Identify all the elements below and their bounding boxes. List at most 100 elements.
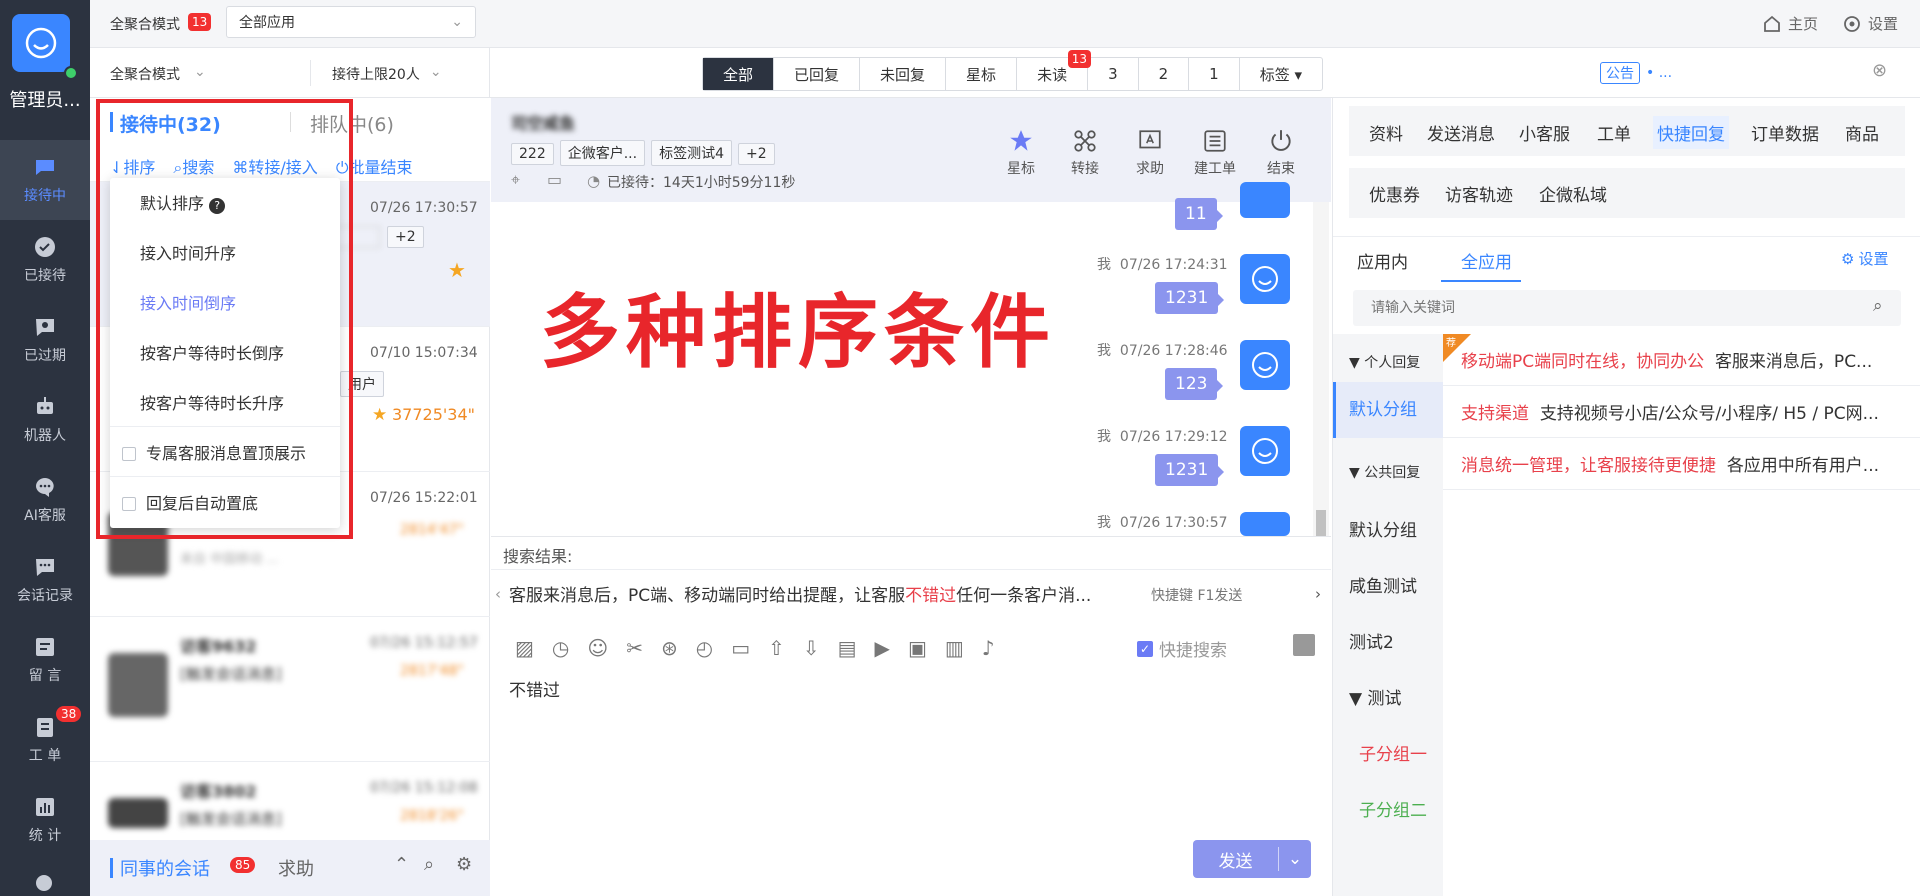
search-icon[interactable] bbox=[33, 872, 57, 896]
star-icon[interactable]: ★ bbox=[372, 405, 387, 425]
tab-wecom[interactable]: 企微私域 bbox=[1539, 181, 1607, 206]
tab-products[interactable]: 商品 bbox=[1845, 120, 1879, 145]
image-icon[interactable]: ▨ bbox=[515, 636, 534, 660]
home-link[interactable]: 主页 bbox=[1762, 13, 1818, 34]
filter-tab-1[interactable]: 1 bbox=[1189, 58, 1240, 90]
tab-tickets[interactable]: 工单 bbox=[1597, 120, 1631, 145]
clock-icon[interactable]: ◷ bbox=[552, 636, 569, 660]
limit-select[interactable]: 接待上限20人 ⌄ bbox=[310, 64, 442, 84]
group-item-sub2[interactable]: 子分组二 bbox=[1333, 796, 1443, 821]
nav-item-served[interactable]: 已接待 bbox=[0, 220, 90, 300]
sender: 我 bbox=[1097, 343, 1111, 359]
star-button[interactable]: 星标 bbox=[995, 128, 1047, 178]
quick-reply-item[interactable]: 荐 移动端PC端同时在线，协同办公 客服来消息后，PC... bbox=[1443, 334, 1920, 386]
mode-select[interactable]: 全聚合模式 ⌄ bbox=[110, 64, 206, 84]
notice[interactable]: 公告 • ... bbox=[1600, 62, 1672, 84]
nav-item-history[interactable]: 会话记录 bbox=[0, 540, 90, 620]
chevron-down-icon[interactable]: ⌄ bbox=[1279, 849, 1311, 869]
device-icon: ▭ bbox=[547, 170, 563, 189]
filter-tab-all[interactable]: 全部 bbox=[703, 58, 775, 90]
note-icon[interactable]: ▤ bbox=[838, 636, 857, 660]
tab-profile[interactable]: 资料 bbox=[1369, 120, 1403, 145]
scope-tab-all[interactable]: 全应用 bbox=[1461, 248, 1512, 273]
nav-item-stats[interactable]: 统 计 bbox=[0, 780, 90, 860]
tab-help[interactable]: 求助 bbox=[278, 855, 314, 881]
nav-item-robot[interactable]: 机器人 bbox=[0, 380, 90, 460]
expand-icon[interactable] bbox=[1293, 634, 1315, 656]
search-result-item[interactable]: 客服来消息后，PC端、移动端同时给出提醒，让客服不错过任何一条客户消... bbox=[509, 581, 1091, 606]
conversation-item[interactable]: 访客9632 07/26 15:12:57 [触发会话消息] 2817'48" bbox=[90, 617, 490, 762]
group-header-personal[interactable]: ▼ 个人回复 bbox=[1333, 352, 1443, 372]
nav-item-ticket[interactable]: 工 单 38 bbox=[0, 700, 90, 780]
filter-tab-tags[interactable]: 标签 ▾ bbox=[1240, 58, 1322, 90]
tab-orders[interactable]: 订单数据 bbox=[1751, 120, 1819, 145]
microphone-icon[interactable]: ♪ bbox=[982, 636, 995, 660]
help-button[interactable]: 求助 bbox=[1124, 128, 1176, 178]
quick-reply-item[interactable]: 消息统一管理，让客服接待更便捷 各应用中所有用户... bbox=[1443, 438, 1920, 490]
nav-item-message[interactable]: 留 言 bbox=[0, 620, 90, 700]
reply-body: 客服来消息后，PC... bbox=[1714, 352, 1873, 372]
download-icon[interactable]: ⇩ bbox=[803, 636, 820, 660]
robot-icon bbox=[37, 397, 53, 414]
group-header-public[interactable]: ▼ 公共回复 bbox=[1333, 462, 1443, 482]
app-logo[interactable] bbox=[12, 14, 78, 80]
tab-coupons[interactable]: 优惠券 bbox=[1369, 181, 1420, 206]
nav-item-ai[interactable]: AI客服 bbox=[0, 460, 90, 540]
close-icon[interactable]: ⊗ bbox=[1872, 60, 1887, 81]
chevron-right-icon[interactable]: › bbox=[1315, 585, 1321, 603]
filter-tab-starred[interactable]: 星标 bbox=[946, 58, 1018, 90]
group-item-default-public[interactable]: 默认分组 bbox=[1333, 516, 1443, 541]
group-item-test2[interactable]: 测试2 bbox=[1333, 628, 1443, 653]
transfer-button[interactable]: 转接 bbox=[1059, 128, 1111, 178]
search-icon[interactable]: ⌕ bbox=[1873, 296, 1883, 316]
quick-reply-item[interactable]: 支持渠道 支持视频号小店/公众号/小程序/ H5 / PC网... bbox=[1443, 386, 1920, 438]
filter-tab-replied[interactable]: 已回复 bbox=[774, 58, 861, 90]
send-button[interactable]: 发送 ⌄ bbox=[1193, 840, 1311, 878]
chevron-left-icon[interactable]: ‹ bbox=[495, 585, 501, 603]
filter-tab-unread[interactable]: 未读 13 bbox=[1017, 50, 1092, 90]
schedule-icon[interactable]: ◴ bbox=[696, 636, 713, 660]
end-button[interactable]: 结束 bbox=[1255, 128, 1307, 178]
checkbox-checked[interactable]: ✓ bbox=[1137, 640, 1153, 657]
settings-link[interactable]: 设置 bbox=[1842, 13, 1898, 34]
chevron-up-icon[interactable]: ⌃ bbox=[394, 854, 409, 875]
user-name[interactable]: 管理员... bbox=[0, 86, 90, 112]
group-item-sub1[interactable]: 子分组一 bbox=[1333, 740, 1443, 765]
group-item-xianyu[interactable]: 咸鱼测试 bbox=[1333, 572, 1443, 597]
emoji-icon[interactable]: ☺ bbox=[587, 636, 608, 660]
group-item-default-personal[interactable]: 默认分组 bbox=[1333, 382, 1443, 438]
invite-icon[interactable]: ⊛ bbox=[661, 636, 678, 660]
star-icon[interactable]: ★ bbox=[448, 258, 466, 282]
filter-tab-3[interactable]: 3 bbox=[1088, 58, 1139, 90]
filter-tab-unreplied[interactable]: 未回复 bbox=[860, 58, 947, 90]
folder-icon[interactable]: ▭ bbox=[731, 636, 750, 660]
tab-visitor-trail[interactable]: 访客轨迹 bbox=[1445, 181, 1513, 206]
app-select[interactable]: 全部应用 ⌄ bbox=[226, 6, 476, 38]
scissors-icon[interactable]: ✂ bbox=[626, 636, 643, 660]
tab-send-message[interactable]: 发送消息 bbox=[1427, 120, 1495, 145]
nav-item-expired[interactable]: 已过期 bbox=[0, 300, 90, 380]
scrollbar[interactable] bbox=[1313, 202, 1329, 536]
scrollbar-thumb[interactable] bbox=[1316, 510, 1326, 536]
tab-mini-service[interactable]: 小客服 bbox=[1519, 120, 1570, 145]
filter-tab-2[interactable]: 2 bbox=[1139, 58, 1190, 90]
reply-settings[interactable]: ⚙ 设置 bbox=[1841, 248, 1888, 269]
create-ticket-button[interactable]: 建工单 bbox=[1189, 128, 1241, 178]
gear-icon[interactable]: ⚙ bbox=[456, 854, 472, 875]
upload-icon[interactable]: ⇧ bbox=[768, 636, 785, 660]
search-icon[interactable]: ⌕ bbox=[424, 854, 434, 875]
card-icon[interactable]: ▥ bbox=[945, 636, 964, 660]
conversation-item[interactable]: 访客3802 07/26 15:12:08 [触发会话消息] 2818'26" bbox=[90, 762, 490, 828]
quick-search-toggle[interactable]: ✓ 快捷搜索 bbox=[1137, 636, 1227, 661]
editor-text[interactable]: 不错过 bbox=[509, 676, 560, 701]
keyword-search[interactable]: ⌕ bbox=[1353, 290, 1901, 326]
group-item-test[interactable]: ▼ 测试 bbox=[1333, 684, 1443, 709]
customer-tag[interactable]: +2 bbox=[738, 143, 775, 165]
package-icon[interactable]: ▣ bbox=[908, 636, 927, 660]
tab-colleague-sessions[interactable]: 同事的会话 bbox=[120, 855, 210, 881]
tab-quick-reply[interactable]: 快捷回复 bbox=[1653, 116, 1729, 149]
keyword-search-input[interactable] bbox=[1353, 290, 1863, 326]
nav-item-serving[interactable]: 接待中 bbox=[0, 140, 90, 220]
video-icon[interactable]: ▶ bbox=[875, 636, 890, 660]
scope-tab-app[interactable]: 应用内 bbox=[1357, 248, 1408, 273]
